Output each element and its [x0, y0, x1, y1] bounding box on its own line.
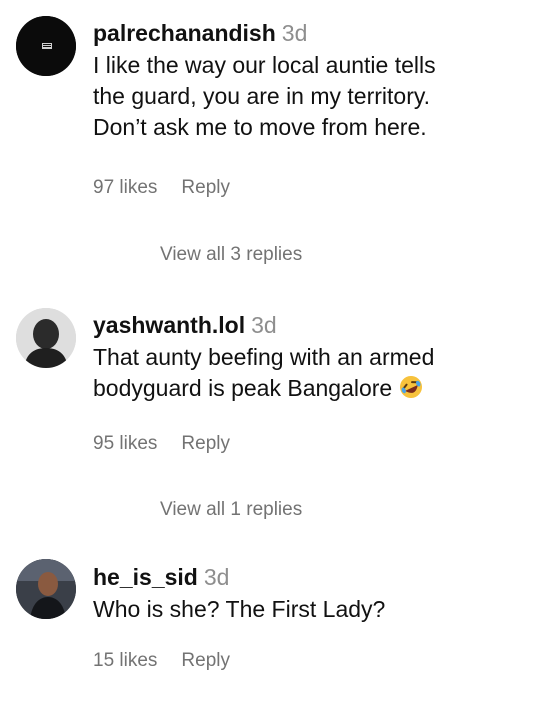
comment-item: palrechanandish 3d I like the way our loc… — [0, 0, 533, 280]
comment-text: That aunty beefing with an armed bodygua… — [93, 342, 513, 408]
reply-button[interactable]: Reply — [181, 177, 230, 198]
likes-count[interactable]: 95 likes — [93, 433, 157, 454]
avatar[interactable] — [16, 559, 76, 619]
likes-count[interactable]: 15 likes — [93, 650, 157, 671]
comment-header: palrechanandish 3d — [93, 18, 513, 48]
comment-text-line: Don’t ask me to move from here. — [93, 114, 427, 140]
username[interactable]: he_is_sid — [93, 564, 198, 590]
portrait-icon — [16, 559, 76, 619]
rolling-on-floor-laughing-emoji-icon — [398, 374, 424, 408]
reply-button[interactable]: Reply — [181, 433, 230, 454]
avatar[interactable] — [16, 16, 76, 76]
comment-text-line: That aunty beefing with an armed — [93, 344, 435, 370]
comment-text: Who is she? The First Lady? — [93, 594, 513, 625]
view-replies-link[interactable]: View all 1 replies — [160, 498, 302, 522]
comment-meta: 15 likes Reply — [93, 649, 230, 673]
comment-text-line: the guard, you are in my territory. — [93, 83, 431, 109]
reply-button[interactable]: Reply — [181, 650, 230, 671]
username[interactable]: palrechanandish — [93, 20, 276, 46]
portrait-icon — [16, 308, 76, 368]
comment-header: yashwanth.lol 3d — [93, 310, 513, 340]
comment-text: I like the way our local auntie tells th… — [93, 50, 513, 143]
comment-meta: 95 likes Reply — [93, 432, 230, 456]
comment-age: 3d — [203, 564, 230, 590]
avatar[interactable] — [16, 308, 76, 368]
comment-text-line-with-emoji: bodyguard is peak Bangalore — [93, 373, 513, 408]
username[interactable]: yashwanth.lol — [93, 312, 245, 338]
comment-text-line: bodyguard is peak Bangalore — [93, 375, 393, 401]
comment-text-line: Who is she? The First Lady? — [93, 596, 386, 622]
comment-age: 3d — [281, 20, 308, 46]
avatar-logo-icon — [16, 16, 76, 76]
comment-text-line: I like the way our local auntie tells — [93, 52, 436, 78]
view-replies-link[interactable]: View all 3 replies — [160, 243, 302, 267]
comment-meta: 97 likes Reply — [93, 176, 230, 200]
comment-header: he_is_sid 3d — [93, 562, 513, 592]
likes-count[interactable]: 97 likes — [93, 177, 157, 198]
comment-age: 3d — [251, 312, 277, 338]
